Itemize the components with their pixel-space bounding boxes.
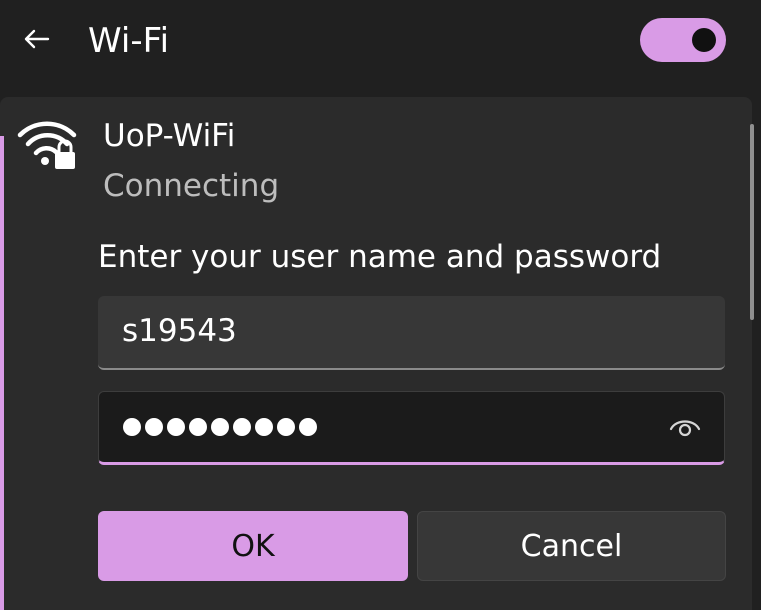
password-dot [277, 418, 295, 436]
password-dot [211, 418, 229, 436]
password-dot [145, 418, 163, 436]
eye-icon[interactable] [668, 414, 702, 440]
password-dot [255, 418, 273, 436]
password-field-container[interactable]: ●●●●●●●●● [98, 391, 725, 465]
username-field-container[interactable] [98, 296, 725, 370]
scrollbar[interactable] [750, 124, 754, 320]
secured-wifi-icon [16, 112, 80, 172]
wifi-toggle[interactable] [640, 18, 726, 62]
password-dot [189, 418, 207, 436]
password-dot [299, 418, 317, 436]
wifi-header: Wi-Fi [0, 0, 761, 82]
ok-button[interactable]: OK [98, 511, 408, 581]
back-arrow-icon[interactable] [20, 22, 54, 56]
credentials-prompt: Enter your user name and password [98, 239, 662, 275]
page-title: Wi-Fi [88, 21, 170, 61]
password-dot [233, 418, 251, 436]
selected-accent-bar [0, 136, 4, 610]
toggle-knob [692, 28, 716, 52]
cancel-button[interactable]: Cancel [417, 511, 726, 581]
password-input[interactable]: ●●●●●●●●● [123, 412, 317, 442]
password-dot [123, 418, 141, 436]
username-input[interactable] [122, 296, 652, 366]
network-status: Connecting [103, 168, 280, 204]
password-dot [167, 418, 185, 436]
network-name: UoP-WiFi [103, 118, 236, 154]
